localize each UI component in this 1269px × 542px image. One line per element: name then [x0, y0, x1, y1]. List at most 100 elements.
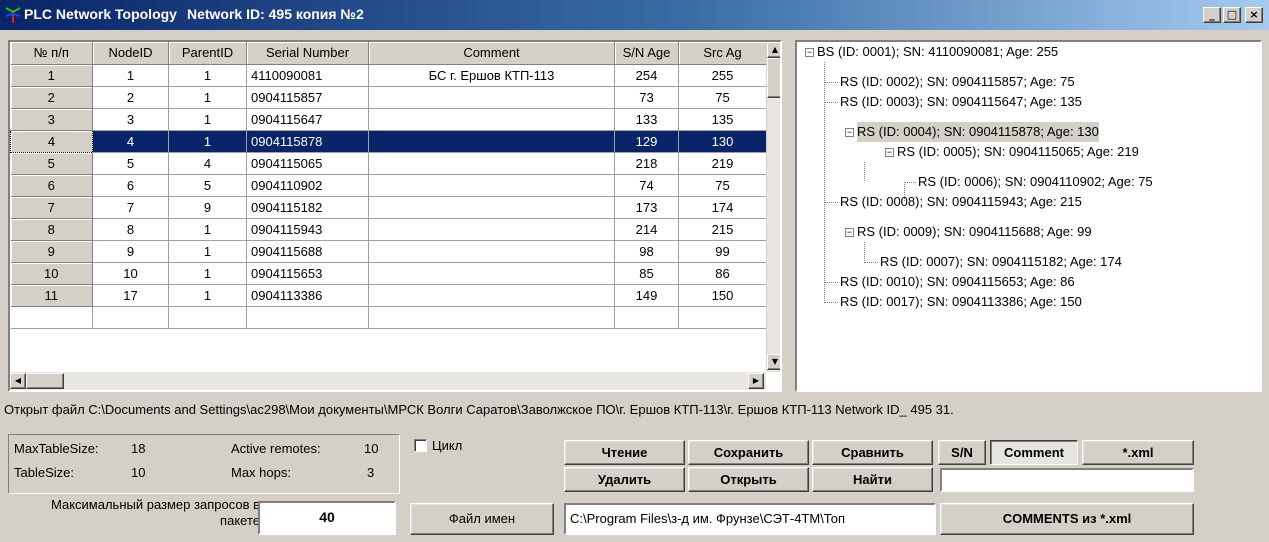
table-cell[interactable]: 1	[168, 130, 247, 153]
tree-node[interactable]: RS (ID: 0003); SN: 0904115647; Age: 135	[840, 92, 1082, 112]
row-number-cell[interactable]: 1	[10, 64, 93, 87]
table-cell[interactable]: 173	[614, 196, 679, 219]
table-row[interactable]: 11 17 1 0904113386 149 150	[10, 284, 767, 307]
column-header[interactable]: Serial Number	[246, 42, 369, 65]
vertical-scrollbar[interactable]: ▲ ▼	[766, 42, 780, 372]
tree-node[interactable]: RS (ID: 0007); SN: 0904115182; Age: 174	[880, 252, 1122, 272]
table-cell[interactable]	[614, 306, 679, 329]
scroll-right-button[interactable]: ▶	[748, 373, 764, 389]
table-cell[interactable]	[368, 108, 615, 131]
table-cell[interactable]: 86	[678, 262, 767, 285]
table-cell[interactable]: 73	[614, 86, 679, 109]
xml-button[interactable]: *.xml	[1082, 440, 1194, 465]
row-number-cell[interactable]: 7	[10, 196, 93, 219]
table-cell[interactable]: 215	[678, 218, 767, 241]
sn-button[interactable]: S/N	[938, 440, 986, 465]
table-cell[interactable]: БС г. Ершов КТП-113	[368, 64, 615, 87]
max-request-size-input[interactable]: 40	[258, 501, 396, 535]
table-cell[interactable]: 74	[614, 174, 679, 197]
table-cell[interactable]: 0904115653	[246, 262, 369, 285]
maximize-button[interactable]: □	[1223, 7, 1241, 23]
table-cell[interactable]: 219	[678, 152, 767, 175]
table-cell[interactable]: 1	[168, 218, 247, 241]
tree-node[interactable]: RS (ID: 0008); SN: 0904115943; Age: 215	[840, 192, 1082, 212]
table-cell[interactable]: 9	[92, 240, 169, 263]
tree-node[interactable]: RS (ID: 0002); SN: 0904115857; Age: 75	[840, 72, 1075, 92]
table-cell[interactable]	[10, 306, 93, 329]
table-cell[interactable]: 75	[678, 86, 767, 109]
table-cell[interactable]: 0904110902	[246, 174, 369, 197]
column-header[interactable]: Src Ag	[678, 42, 767, 65]
table-cell[interactable]: 99	[678, 240, 767, 263]
table-cell[interactable]: 4	[92, 130, 169, 153]
table-cell[interactable]: 149	[614, 284, 679, 307]
scroll-up-button[interactable]: ▲	[767, 42, 780, 58]
table-cell[interactable]: 130	[678, 130, 767, 153]
table-cell[interactable]	[92, 306, 169, 329]
table-cell[interactable]	[168, 306, 247, 329]
horizontal-scroll-thumb[interactable]	[26, 373, 64, 389]
table-cell[interactable]	[246, 306, 369, 329]
table-cell[interactable]: 1	[168, 284, 247, 307]
delete-button[interactable]: Удалить	[564, 467, 685, 492]
table-cell[interactable]	[368, 130, 615, 153]
table-cell[interactable]: 0904115857	[246, 86, 369, 109]
comments-from-xml-button[interactable]: COMMENTS из *.xml	[940, 503, 1194, 535]
table-cell[interactable]	[368, 218, 615, 241]
table-row[interactable]: 7 7 9 0904115182 173 174	[10, 196, 767, 219]
scroll-left-button[interactable]: ◀	[10, 373, 26, 389]
table-cell[interactable]	[368, 284, 615, 307]
minimize-button[interactable]: _	[1203, 7, 1221, 23]
table-cell[interactable]	[368, 152, 615, 175]
column-header[interactable]: NodeID	[92, 42, 169, 65]
table-cell[interactable]: 0904113386	[246, 284, 369, 307]
table-cell[interactable]: 0904115182	[246, 196, 369, 219]
checkbox-box[interactable]	[414, 439, 427, 452]
tree-node[interactable]: RS (ID: 0005); SN: 0904115065; Age: 219	[897, 142, 1139, 162]
table-cell[interactable]: 8	[92, 218, 169, 241]
row-number-cell[interactable]: 9	[10, 240, 93, 263]
table-cell[interactable]: 218	[614, 152, 679, 175]
table-cell[interactable]: 174	[678, 196, 767, 219]
table-cell[interactable]: 7	[92, 196, 169, 219]
row-number-cell[interactable]: 3	[10, 108, 93, 131]
tree-node[interactable]: RS (ID: 0017); SN: 0904113386; Age: 150	[840, 292, 1082, 312]
table-cell[interactable]: 2	[92, 86, 169, 109]
table-cell[interactable]: 1	[168, 108, 247, 131]
row-number-cell[interactable]: 11	[10, 284, 93, 307]
table-cell[interactable]: 5	[168, 174, 247, 197]
table-row[interactable]: 9 9 1 0904115688 98 99	[10, 240, 767, 263]
open-button[interactable]: Открыть	[688, 467, 809, 492]
table-cell[interactable]	[368, 196, 615, 219]
table-cell[interactable]: 6	[92, 174, 169, 197]
title-bar[interactable]: PLC Network Topology Network ID: 495 копи…	[0, 0, 1269, 30]
names-file-button[interactable]: Файл имен	[410, 503, 554, 535]
path-input[interactable]: C:\Program Files\з-д им. Фрунзе\СЭТ-4ТМ\…	[564, 503, 936, 535]
cycle-checkbox[interactable]: Цикл	[414, 438, 462, 453]
table-cell[interactable]: 0904115065	[246, 152, 369, 175]
node-table[interactable]: № п/п NodeID ParentID Serial Number Comment S…	[8, 40, 782, 392]
table-cell[interactable]: 85	[614, 262, 679, 285]
table-cell[interactable]: 98	[614, 240, 679, 263]
table-cell[interactable]: 1	[168, 64, 247, 87]
table-cell[interactable]: 150	[678, 284, 767, 307]
table-cell[interactable]	[678, 306, 767, 329]
comment-button[interactable]: Comment	[990, 440, 1078, 465]
column-header[interactable]: S/N Age	[614, 42, 679, 65]
table-row[interactable]: 4 4 1 0904115878 129 130	[10, 129, 767, 153]
row-number-cell[interactable]: 10	[10, 262, 93, 285]
table-cell[interactable]: 0904115688	[246, 240, 369, 263]
table-cell[interactable]: 135	[678, 108, 767, 131]
topology-tree[interactable]: − − − − BS (ID: 0001); SN: 4110090081; A…	[795, 40, 1262, 392]
table-cell[interactable]: 214	[614, 218, 679, 241]
table-cell[interactable]: 0904115647	[246, 108, 369, 131]
tree-node[interactable]: RS (ID: 0009); SN: 0904115688; Age: 99	[857, 222, 1092, 242]
tree-node[interactable]: RS (ID: 0010); SN: 0904115653; Age: 86	[840, 272, 1075, 292]
table-cell[interactable]: 0904115878	[246, 130, 369, 153]
search-input[interactable]	[940, 468, 1194, 492]
table-cell[interactable]: 4	[168, 152, 247, 175]
table-row[interactable]: 5 5 4 0904115065 218 219	[10, 152, 767, 175]
empty-table-row[interactable]	[10, 306, 767, 329]
scroll-down-button[interactable]: ▼	[767, 354, 780, 370]
row-number-cell[interactable]: 2	[10, 86, 93, 109]
